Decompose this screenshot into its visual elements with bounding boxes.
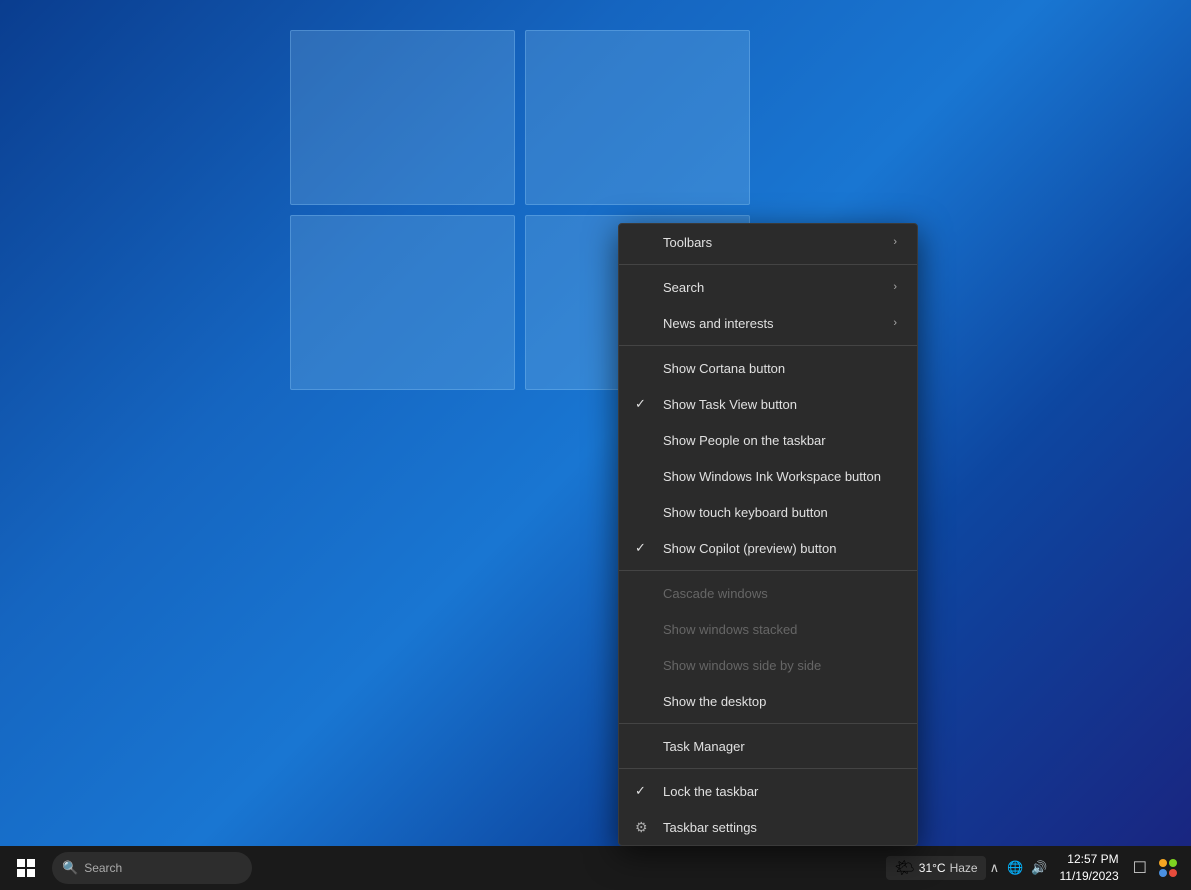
taskbar-context-menu: Toolbars › Search › News and interests ›… xyxy=(618,223,918,846)
menu-item-news[interactable]: News and interests › xyxy=(619,305,917,341)
start-icon xyxy=(17,859,35,877)
menu-item-copilot-label: Show Copilot (preview) button xyxy=(663,541,897,556)
clock-time: 12:57 PM xyxy=(1067,851,1118,868)
menu-item-task-manager[interactable]: Task Manager xyxy=(619,728,917,764)
menu-item-side-by-side: Show windows side by side xyxy=(619,647,917,683)
volume-icon[interactable]: 🔊 xyxy=(1029,858,1049,878)
divider-5 xyxy=(619,768,917,769)
menu-item-people[interactable]: Show People on the taskbar xyxy=(619,422,917,458)
menu-item-toolbars-label: Toolbars xyxy=(663,235,893,250)
copilot-svg xyxy=(1157,857,1179,879)
menu-item-stacked: Show windows stacked xyxy=(619,611,917,647)
weather-widget[interactable]: 🌤 31°C Haze xyxy=(886,856,985,880)
menu-item-people-label: Show People on the taskbar xyxy=(663,433,897,448)
menu-item-side-by-side-label: Show windows side by side xyxy=(663,658,897,673)
systray-icons: ∧ 🌐 🔊 xyxy=(988,858,1050,878)
menu-item-cascade-label: Cascade windows xyxy=(663,586,897,601)
divider-1 xyxy=(619,264,917,265)
menu-item-cascade: Cascade windows xyxy=(619,575,917,611)
start-button[interactable] xyxy=(4,846,48,890)
taskbar: 🔍 Search 🌤 31°C Haze ∧ 🌐 🔊 12:57 PM 11/1… xyxy=(0,846,1191,890)
taskbar-left: 🔍 Search xyxy=(0,846,252,890)
menu-item-task-view[interactable]: Show Task View button xyxy=(619,386,917,422)
menu-item-search-label: Search xyxy=(663,280,893,295)
menu-item-search[interactable]: Search › xyxy=(619,269,917,305)
menu-item-cortana-label: Show Cortana button xyxy=(663,361,897,376)
menu-item-taskbar-settings-label: Taskbar settings xyxy=(663,820,897,835)
menu-item-cortana[interactable]: Show Cortana button xyxy=(619,350,917,386)
copilot-icon[interactable] xyxy=(1153,855,1183,881)
menu-item-taskbar-settings[interactable]: Taskbar settings xyxy=(619,809,917,845)
menu-item-show-desktop[interactable]: Show the desktop xyxy=(619,683,917,719)
menu-item-show-desktop-label: Show the desktop xyxy=(663,694,897,709)
menu-item-windows-ink-label: Show Windows Ink Workspace button xyxy=(663,469,897,484)
submenu-arrow-search: › xyxy=(893,281,897,293)
clock-date: 11/19/2023 xyxy=(1059,868,1118,885)
weather-desc: Haze xyxy=(950,861,978,875)
taskbar-right: 🌤 31°C Haze ∧ 🌐 🔊 12:57 PM 11/19/2023 ☐ xyxy=(886,851,1191,885)
divider-3 xyxy=(619,570,917,571)
menu-item-task-view-label: Show Task View button xyxy=(663,397,897,412)
weather-icon: 🌤 xyxy=(894,858,914,878)
win-logo-pane-bl xyxy=(290,215,515,390)
menu-item-windows-ink[interactable]: Show Windows Ink Workspace button xyxy=(619,458,917,494)
submenu-arrow-toolbars: › xyxy=(893,236,897,248)
menu-item-copilot[interactable]: Show Copilot (preview) button xyxy=(619,530,917,566)
divider-4 xyxy=(619,723,917,724)
weather-temp: 31°C xyxy=(919,861,946,875)
menu-item-toolbars[interactable]: Toolbars › xyxy=(619,224,917,260)
menu-item-touch-keyboard-label: Show touch keyboard button xyxy=(663,505,897,520)
menu-item-news-label: News and interests xyxy=(663,316,893,331)
clock[interactable]: 12:57 PM 11/19/2023 xyxy=(1051,851,1126,885)
menu-item-touch-keyboard[interactable]: Show touch keyboard button xyxy=(619,494,917,530)
chevron-up-icon[interactable]: ∧ xyxy=(988,858,1002,878)
menu-item-lock-taskbar-label: Lock the taskbar xyxy=(663,784,897,799)
network-icon[interactable]: 🌐 xyxy=(1005,858,1025,878)
search-icon: 🔍 xyxy=(62,860,78,876)
taskbar-search-placeholder: Search xyxy=(84,861,122,875)
win-logo-pane-tl xyxy=(290,30,515,205)
divider-2 xyxy=(619,345,917,346)
win-logo-pane-tr xyxy=(525,30,750,205)
taskbar-search[interactable]: 🔍 Search xyxy=(52,852,252,884)
menu-item-stacked-label: Show windows stacked xyxy=(663,622,897,637)
menu-item-lock-taskbar[interactable]: Lock the taskbar xyxy=(619,773,917,809)
notification-icon[interactable]: ☐ xyxy=(1129,856,1151,880)
submenu-arrow-news: › xyxy=(893,317,897,329)
menu-item-task-manager-label: Task Manager xyxy=(663,739,897,754)
